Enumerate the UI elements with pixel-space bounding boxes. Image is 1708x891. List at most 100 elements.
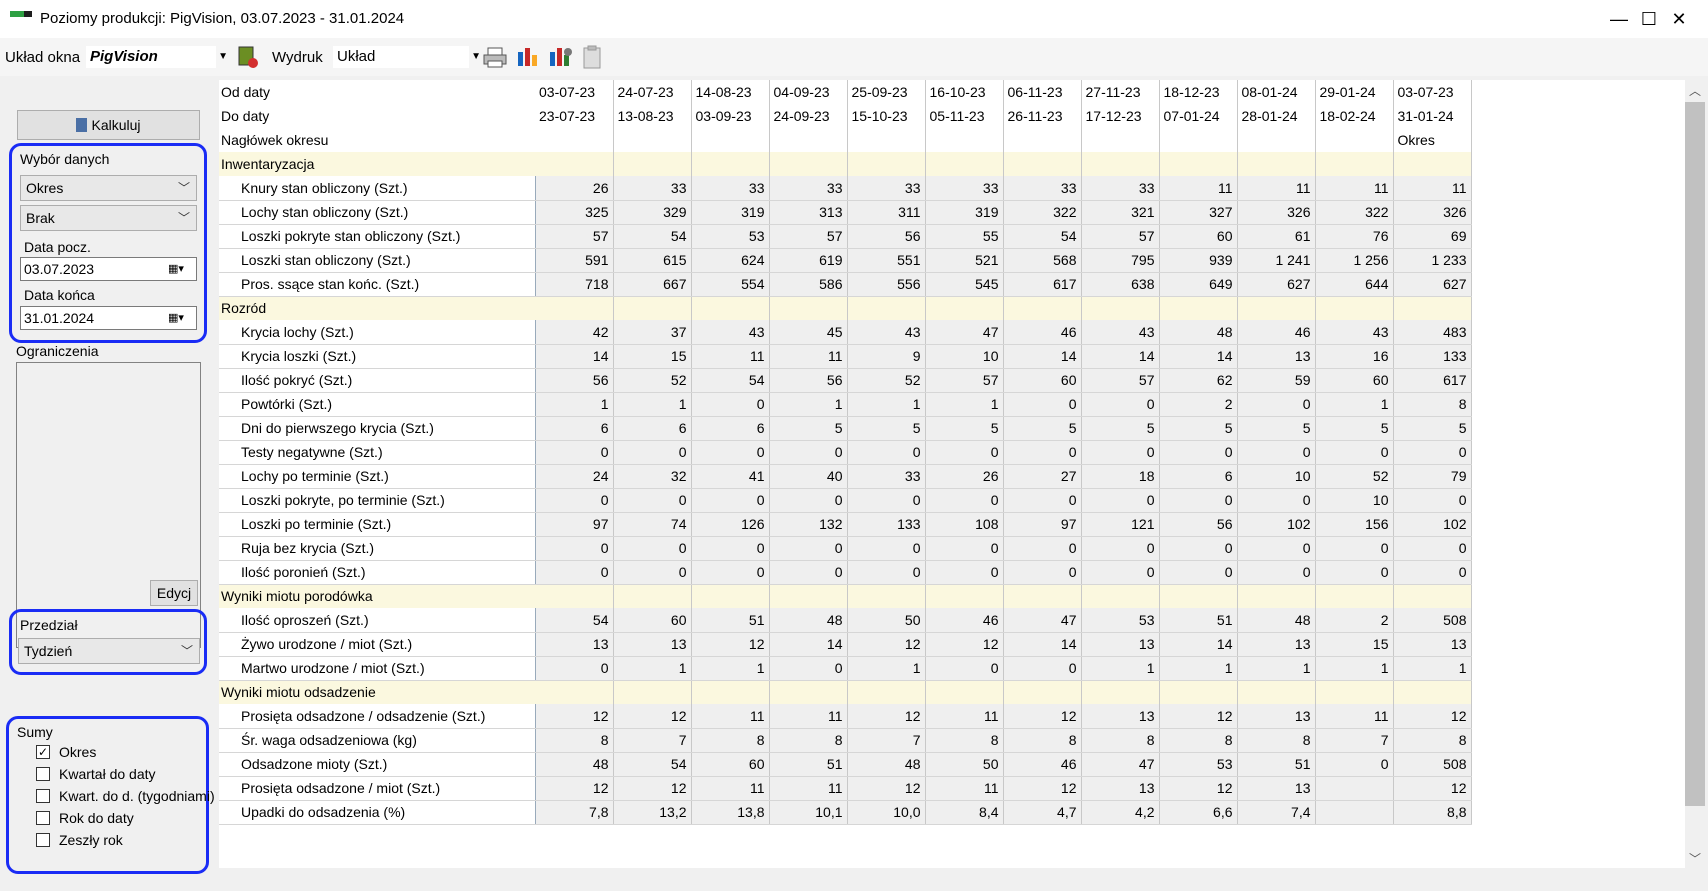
value-cell[interactable]: 27 [1003,464,1082,489]
value-cell[interactable]: 1 [925,392,1004,417]
value-cell[interactable]: 51 [691,608,770,633]
value-cell[interactable]: 11 [769,344,848,369]
value-cell[interactable]: 0 [769,536,848,561]
value-cell[interactable]: 12 [1003,776,1082,801]
value-cell[interactable]: 46 [1237,320,1316,345]
value-cell[interactable]: 12 [847,704,926,729]
value-cell[interactable]: 46 [1003,752,1082,777]
value-cell[interactable]: 0 [1003,536,1082,561]
value-cell[interactable]: 0 [1237,392,1316,417]
table-row[interactable]: Ruja bez krycia (Szt.) 0 0 0 0 0 0 0 0 0 0 0 0 [219,536,1472,561]
value-cell[interactable]: 545 [925,272,1004,297]
value-cell[interactable]: 0 [1003,560,1082,585]
value-cell[interactable]: 6,6 [1159,800,1238,825]
value-cell[interactable]: 14 [535,344,614,369]
table-row[interactable]: Loszki pokryte, po terminie (Szt.) 0 0 0 0 0 0… [219,488,1472,513]
value-cell[interactable]: 638 [1081,272,1160,297]
value-cell[interactable]: 13 [613,632,692,657]
value-cell[interactable]: 11 [1237,176,1316,201]
value-cell[interactable]: 10 [1237,464,1316,489]
value-cell[interactable]: 0 [691,488,770,513]
value-cell[interactable]: 7 [1315,728,1394,753]
value-cell[interactable]: 132 [769,512,848,537]
value-cell[interactable]: 14 [1159,632,1238,657]
calculate-button[interactable]: Kalkuluj [17,110,200,140]
value-cell[interactable]: 60 [1159,224,1238,249]
value-cell[interactable]: 8 [925,728,1004,753]
value-cell[interactable]: 50 [925,752,1004,777]
value-cell[interactable]: 617 [1393,368,1472,393]
value-cell[interactable]: 0 [1315,440,1394,465]
value-cell[interactable]: 0 [1081,488,1160,513]
value-cell[interactable]: 12 [613,776,692,801]
value-cell[interactable]: 33 [1003,176,1082,201]
value-cell[interactable]: 97 [535,512,614,537]
value-cell[interactable]: 0 [1159,440,1238,465]
filter-select[interactable]: Brak ﹀ [20,205,197,231]
value-cell[interactable]: 0 [769,560,848,585]
value-cell[interactable]: 0 [535,440,614,465]
value-cell[interactable]: 48 [769,608,848,633]
value-cell[interactable]: 0 [1237,560,1316,585]
value-cell[interactable]: 322 [1315,200,1394,225]
value-cell[interactable]: 33 [613,176,692,201]
value-cell[interactable]: 319 [691,200,770,225]
value-cell[interactable]: 48 [847,752,926,777]
value-cell[interactable]: 43 [1315,320,1394,345]
value-cell[interactable]: 1 [1315,656,1394,681]
value-cell[interactable]: 0 [1081,560,1160,585]
value-cell[interactable]: 13 [1393,632,1472,657]
table-row[interactable]: Martwo urodzone / miot (Szt.) 0 1 1 0 1 0 0 1 1 1 1… [219,656,1472,681]
value-cell[interactable]: 126 [691,512,770,537]
value-cell[interactable]: 13 [1081,632,1160,657]
value-cell[interactable]: 12 [535,704,614,729]
value-cell[interactable]: 551 [847,248,926,273]
value-cell[interactable]: 108 [925,512,1004,537]
value-cell[interactable]: 1 [1315,392,1394,417]
value-cell[interactable]: 12 [1159,704,1238,729]
scroll-down-icon[interactable]: ﹀ [1689,850,1701,867]
checkbox[interactable] [36,767,50,781]
value-cell[interactable]: 0 [847,488,926,513]
value-cell[interactable]: 1 [613,656,692,681]
value-cell[interactable]: 0 [691,440,770,465]
value-cell[interactable]: 32 [613,464,692,489]
value-cell[interactable]: 0 [613,560,692,585]
value-cell[interactable]: 52 [613,368,692,393]
value-cell[interactable]: 60 [1315,368,1394,393]
value-cell[interactable]: 13 [1237,632,1316,657]
value-cell[interactable]: 24 [535,464,614,489]
value-cell[interactable]: 0 [1393,440,1472,465]
value-cell[interactable]: 0 [1081,536,1160,561]
layout-select[interactable]: PigVision ▼ [86,46,228,68]
value-cell[interactable]: 12 [1393,776,1472,801]
value-cell[interactable]: 591 [535,248,614,273]
value-cell[interactable]: 13 [1081,776,1160,801]
value-cell[interactable]: 60 [1003,368,1082,393]
value-cell[interactable]: 1 [847,656,926,681]
value-cell[interactable]: 133 [847,512,926,537]
value-cell[interactable]: 52 [1315,464,1394,489]
value-cell[interactable]: 11 [1393,176,1472,201]
value-cell[interactable]: 13 [535,632,614,657]
value-cell[interactable]: 18 [1081,464,1160,489]
value-cell[interactable]: 121 [1081,512,1160,537]
value-cell[interactable]: 13 [1237,344,1316,369]
value-cell[interactable]: 62 [1159,368,1238,393]
value-cell[interactable]: 1 [613,392,692,417]
value-cell[interactable]: 48 [535,752,614,777]
value-cell[interactable] [1315,776,1394,801]
value-cell[interactable]: 33 [691,176,770,201]
value-cell[interactable]: 48 [1159,320,1238,345]
value-cell[interactable]: 5 [847,416,926,441]
production-grid[interactable]: Od daty 03-07-23 24-07-23 14-08-23 04-09-23 2… [219,80,1685,868]
value-cell[interactable]: 14 [1081,344,1160,369]
value-cell[interactable]: 0 [1159,488,1238,513]
value-cell[interactable]: 624 [691,248,770,273]
value-cell[interactable]: 61 [1237,224,1316,249]
table-row[interactable]: Prosięta odsadzone / odsadzenie (Szt.) 12… [219,704,1472,729]
value-cell[interactable]: 2 [1159,392,1238,417]
value-cell[interactable]: 8,8 [1393,800,1472,825]
value-cell[interactable]: 0 [769,440,848,465]
value-cell[interactable]: 667 [613,272,692,297]
